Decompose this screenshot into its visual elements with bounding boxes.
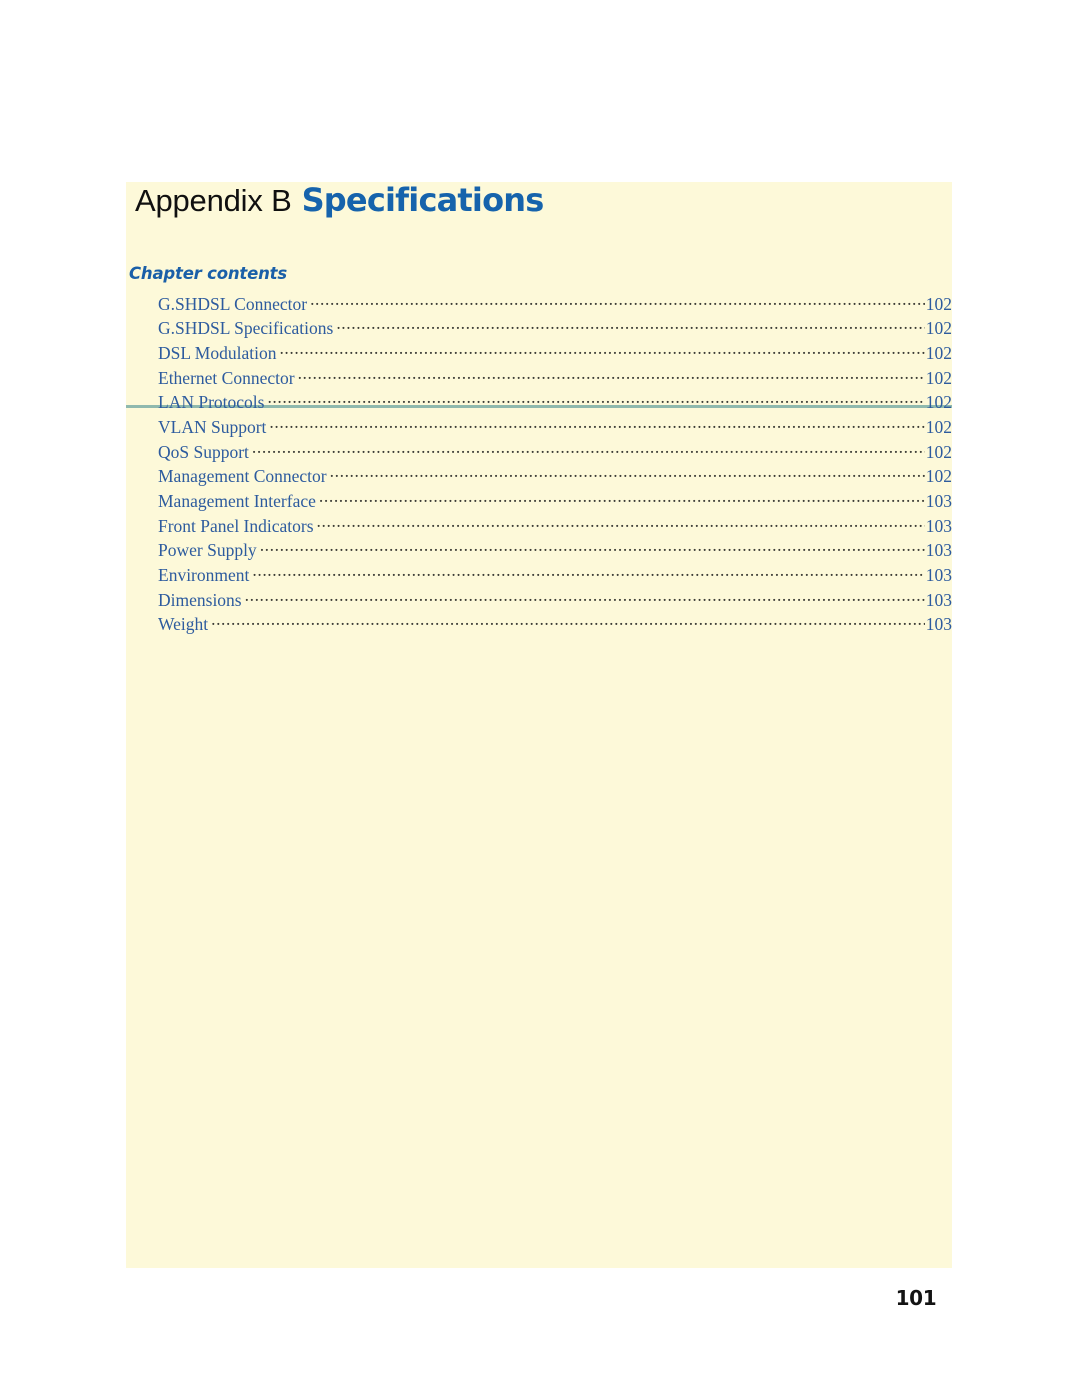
- toc-entry-page-number: 103: [925, 540, 952, 561]
- chapter-name: Specifications: [301, 181, 545, 219]
- content-panel: Appendix B Specifications Chapter content…: [126, 182, 952, 1268]
- toc-entry[interactable]: QoS Support 102: [158, 440, 952, 465]
- toc-dot-leader: [252, 564, 924, 582]
- toc-dot-leader: [279, 341, 924, 359]
- toc-entry[interactable]: Ethernet Connector 102: [158, 366, 952, 391]
- toc-dot-leader: [245, 588, 925, 606]
- toc-entry-label: Environment: [158, 565, 250, 586]
- toc-entry-page-number: 103: [925, 565, 952, 586]
- toc-entry[interactable]: DSL Modulation 102: [158, 341, 952, 366]
- toc-entry-label: Management Connector: [158, 466, 327, 487]
- toc-entry[interactable]: LAN Protocols 102: [158, 391, 952, 416]
- toc-entry-label: DSL Modulation: [158, 342, 277, 363]
- toc-entry[interactable]: Management Interface 103: [158, 490, 952, 515]
- toc-entry-page-number: 102: [925, 441, 952, 462]
- toc-entry-label: VLAN Support: [158, 416, 267, 437]
- toc-entry-label: Front Panel Indicators: [158, 515, 314, 536]
- toc-entry-page-number: 103: [925, 515, 952, 536]
- toc-entry-label: Ethernet Connector: [158, 367, 295, 388]
- toc-entry-page-number: 103: [925, 589, 952, 610]
- toc-dot-leader: [330, 465, 925, 483]
- toc-entry-label: QoS Support: [158, 441, 249, 462]
- toc-entry[interactable]: Front Panel Indicators 103: [158, 514, 952, 539]
- toc-dot-leader: [252, 440, 925, 458]
- toc-entry-label: LAN Protocols: [158, 392, 265, 413]
- toc-entry-label: Management Interface: [158, 491, 316, 511]
- toc-entry-page-number: 102: [925, 416, 952, 437]
- toc-entry-label: Weight: [158, 614, 209, 635]
- toc-dot-leader: [310, 292, 925, 310]
- chapter-contents-heading: Chapter contents: [129, 264, 287, 283]
- toc-entry[interactable]: Power Supply 103: [158, 539, 952, 564]
- toc-entry[interactable]: VLAN Support 102: [158, 415, 952, 440]
- toc-entry-page-number: 102: [925, 293, 952, 314]
- toc-dot-leader: [211, 613, 925, 631]
- toc-dot-leader: [317, 514, 925, 532]
- chapter-title: Appendix B Specifications: [135, 184, 544, 216]
- page-folio: 101: [895, 1286, 937, 1310]
- toc-entry[interactable]: Dimensions 103: [158, 588, 952, 613]
- toc-dot-leader: [269, 415, 924, 433]
- toc-entry-page-number: 102: [925, 318, 952, 339]
- table-of-contents-list: G.SHDSL Connector102G.SHDSL Specificatio…: [158, 292, 952, 638]
- toc-entry-label: Dimensions: [158, 589, 242, 610]
- toc-entry-page-number: 102: [925, 466, 952, 487]
- toc-entry-page-number: 103: [925, 614, 952, 635]
- toc-entry-label: Power Supply: [158, 540, 257, 561]
- toc-dot-leader: [319, 490, 925, 508]
- toc-dot-leader: [298, 366, 925, 384]
- toc-entry-label: G.SHDSL Specifications: [158, 318, 334, 339]
- toc-entry[interactable]: Management Connector 102: [158, 465, 952, 490]
- toc-dot-leader: [336, 317, 924, 335]
- toc-dot-leader: [267, 391, 924, 409]
- toc-entry-page-number: 102: [925, 367, 952, 388]
- toc-entry-page-number: 102: [925, 342, 952, 363]
- toc-entry-page-number: 102: [925, 392, 952, 413]
- toc-entry[interactable]: Environment 103: [158, 564, 952, 589]
- toc-entry[interactable]: G.SHDSL Connector 102: [158, 292, 952, 317]
- toc-dot-leader: [260, 539, 925, 557]
- toc-entry-label: G.SHDSL Connector: [158, 293, 308, 314]
- toc-entry[interactable]: Weight 103: [158, 613, 952, 638]
- toc-entry-page-number: 103: [925, 491, 952, 511]
- toc-entry[interactable]: G.SHDSL Specifications 102: [158, 317, 952, 342]
- appendix-label: Appendix B: [135, 183, 292, 218]
